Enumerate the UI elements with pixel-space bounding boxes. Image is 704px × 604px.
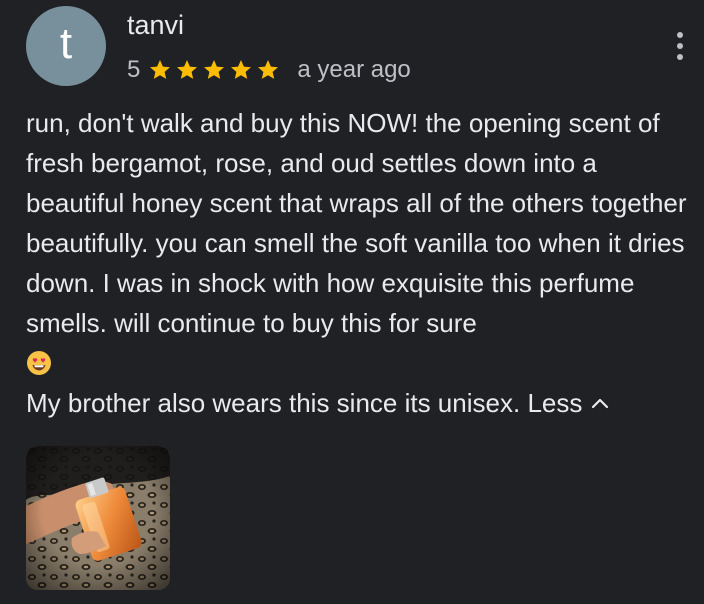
- less-link[interactable]: Less: [527, 388, 610, 418]
- review-time: a year ago: [297, 56, 411, 83]
- star-icon: [258, 60, 279, 79]
- star-icon: [231, 60, 252, 79]
- avatar-initial: t: [59, 19, 73, 68]
- rating-row: 5 a year ago: [127, 54, 411, 86]
- perfume-photo-image: [26, 446, 170, 590]
- heart-eyes-emoji-icon: [27, 351, 51, 375]
- reviewer-name[interactable]: tanvi: [127, 10, 184, 41]
- less-label: Less: [527, 388, 583, 418]
- star-icon: [177, 60, 198, 79]
- review-emoji-line: [26, 343, 698, 383]
- review-paragraph-text: My brother also wears this since its uni…: [26, 388, 521, 418]
- star-icon: [204, 60, 225, 79]
- more-vert-icon-dot: [677, 32, 683, 38]
- chevron-up-icon: [592, 398, 609, 409]
- rating-value: 5: [127, 56, 141, 83]
- more-vert-icon-dot: [677, 54, 683, 60]
- review-card: t tanvi 5 a year ago run, don't walk and…: [0, 0, 704, 604]
- more-options-button[interactable]: [672, 30, 688, 62]
- star-icon: [150, 60, 171, 79]
- review-paragraph: run, don't walk and buy this NOW! the op…: [26, 103, 698, 343]
- avatar[interactable]: t: [26, 6, 106, 86]
- review-text: run, don't walk and buy this NOW! the op…: [26, 103, 698, 423]
- review-paragraph-text: run, don't walk and buy this NOW! the op…: [26, 108, 687, 338]
- more-vert-icon-dot: [677, 43, 683, 49]
- review-photo[interactable]: [26, 446, 170, 590]
- star-rating: [148, 58, 283, 82]
- review-paragraph: My brother also wears this since its uni…: [26, 383, 698, 423]
